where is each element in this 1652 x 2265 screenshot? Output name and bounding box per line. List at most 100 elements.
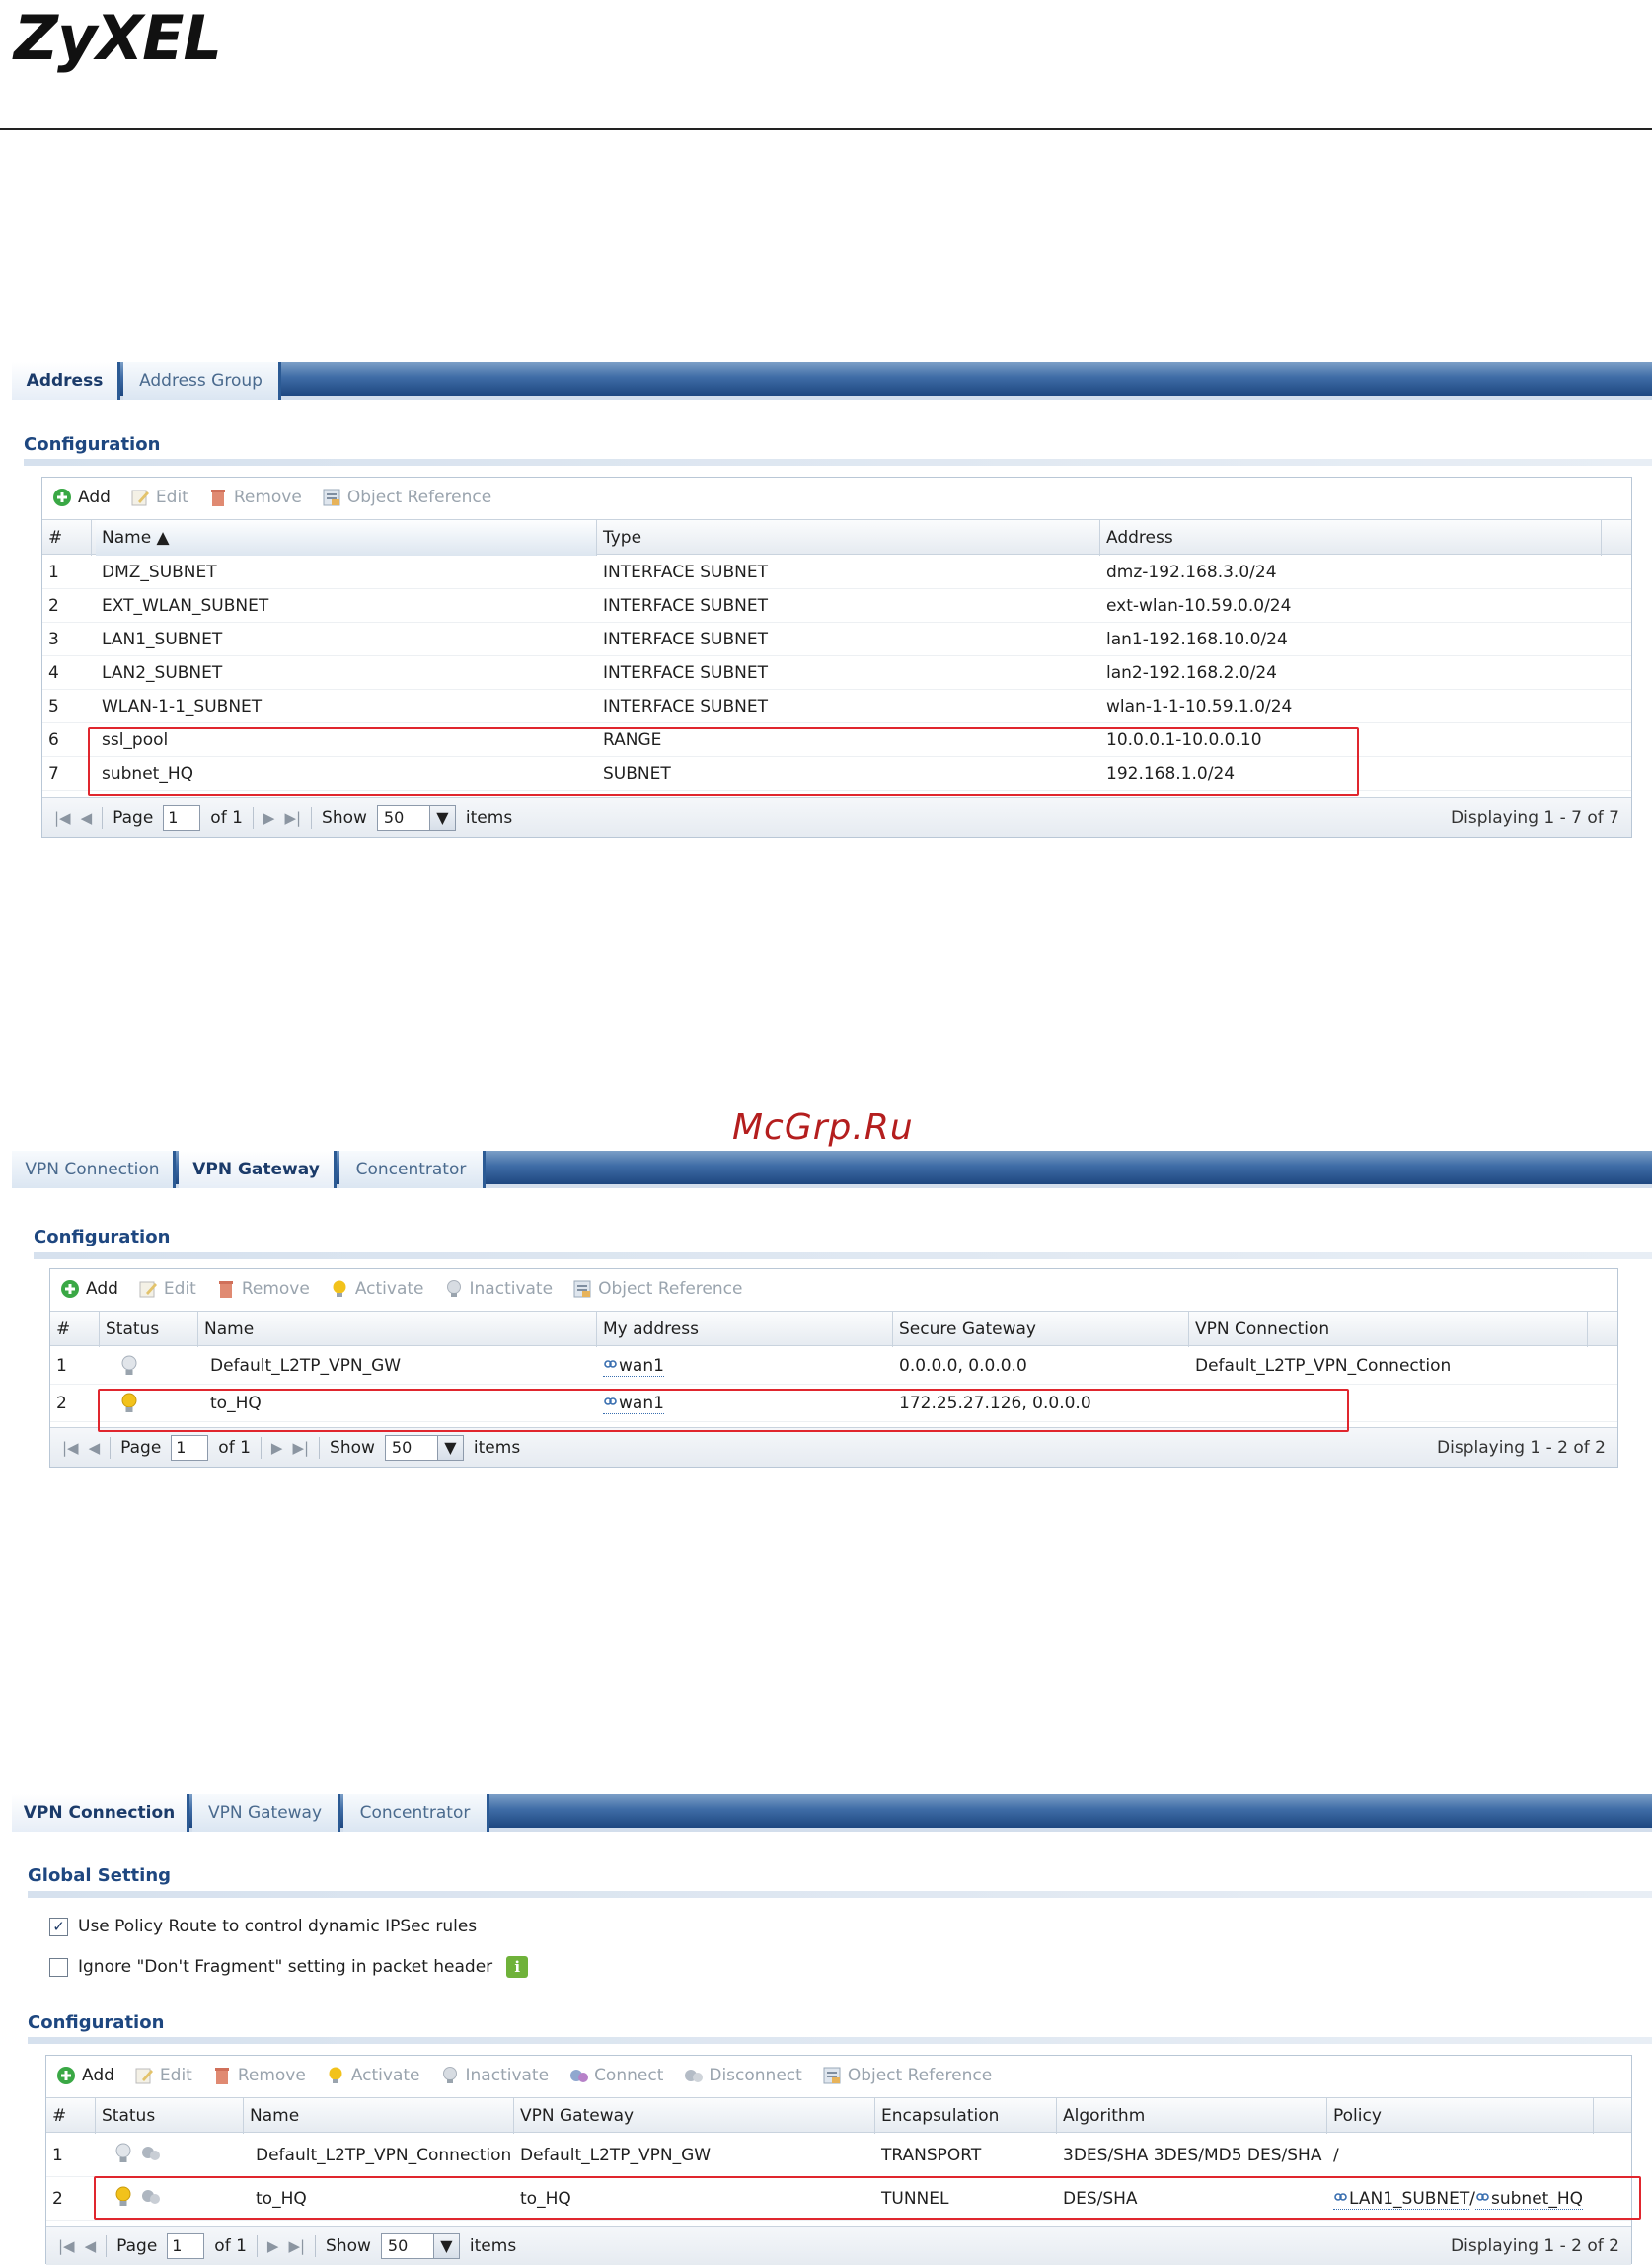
connect-button[interactable]: Connect xyxy=(568,2066,663,2085)
col-algorithm[interactable]: Algorithm xyxy=(1057,2098,1327,2134)
col-vpn-gateway[interactable]: VPN Gateway xyxy=(514,2098,875,2134)
col-my-address[interactable]: My address xyxy=(597,1312,893,1347)
remove-button[interactable]: Remove xyxy=(212,2066,306,2085)
col-status[interactable]: Status xyxy=(100,1312,198,1347)
col-name[interactable]: Name xyxy=(198,1312,597,1347)
prev-page-icon[interactable]: ◀ xyxy=(81,809,93,827)
option-ignore-df[interactable]: Ignore "Don't Fragment" setting in packe… xyxy=(49,1956,529,1978)
table-row[interactable]: 2 to_HQ to_HQ TUNNEL DES/SHA LAN1_SUBNET / subn… xyxy=(46,2177,1631,2221)
row-status[interactable] xyxy=(108,2134,226,2177)
tab-vpn-connection[interactable]: VPN Connection xyxy=(12,1151,176,1188)
add-button[interactable]: Add xyxy=(56,2066,114,2085)
connect-status-icon[interactable] xyxy=(139,2143,163,2169)
page-input[interactable]: 1 xyxy=(171,1434,209,1461)
table-row[interactable]: 3 LAN1_SUBNET INTERFACE SUBNET lan1-192.168… xyxy=(42,623,1631,656)
col-address[interactable]: Address xyxy=(1100,520,1602,556)
row-policy[interactable]: LAN1_SUBNET / subnet_HQ xyxy=(1327,2177,1614,2221)
table-row[interactable]: 1 Default_L2TP_VPN_GW wan1 0.0.0.0, 0.0.0.0… xyxy=(50,1347,1617,1385)
col-name-sorted[interactable]: Name ▲ xyxy=(96,520,597,556)
object-reference-button[interactable]: Object Reference xyxy=(572,1279,742,1299)
table-row[interactable]: 5 WLAN-1-1_SUBNET INTERFACE SUBNET wlan-1-1… xyxy=(42,690,1631,723)
display-count: Displaying 1 - 2 of 2 xyxy=(1437,1437,1606,1458)
disconnect-button[interactable]: Disconnect xyxy=(683,2066,802,2085)
connect-icon xyxy=(568,2066,589,2085)
table-row[interactable]: 4 LAN2_SUBNET INTERFACE SUBNET lan2-192.168… xyxy=(42,656,1631,690)
gateway-config-rule xyxy=(34,1252,1652,1259)
bulb-off-icon xyxy=(440,2066,460,2085)
items-label: items xyxy=(473,1437,521,1458)
table-row[interactable]: 2 to_HQ wan1 172.25.27.126, 0.0.0.0 xyxy=(50,1385,1617,1422)
last-page-icon[interactable]: ▶| xyxy=(292,1439,309,1457)
page-size-select[interactable]: 50 ▼ xyxy=(384,1434,464,1461)
remove-button[interactable]: Remove xyxy=(216,1279,310,1299)
activate-button[interactable]: Activate xyxy=(330,1279,424,1299)
table-row[interactable]: 6 ssl_pool RANGE 10.0.0.1-10.0.0.10 xyxy=(42,723,1631,757)
row-status[interactable] xyxy=(108,2177,226,2221)
col-policy[interactable]: Policy xyxy=(1327,2098,1594,2134)
connect-status-icon[interactable] xyxy=(139,2186,163,2213)
last-page-icon[interactable]: ▶| xyxy=(284,809,301,827)
next-page-icon[interactable]: ▶ xyxy=(263,809,275,827)
edit-button[interactable]: Edit xyxy=(134,2066,192,2085)
first-page-icon[interactable]: |◀ xyxy=(62,1439,79,1457)
first-page-icon[interactable]: |◀ xyxy=(54,809,71,827)
header-divider xyxy=(0,128,1652,130)
row-policy[interactable]: / xyxy=(1327,2134,1614,2177)
table-row[interactable]: 1 Default_L2TP_VPN_Connection Default_L2TP… xyxy=(46,2134,1631,2177)
tab-vpn-connection[interactable]: VPN Connection xyxy=(12,1794,189,1832)
table-row[interactable]: 7 subnet_HQ SUBNET 192.168.1.0/24 xyxy=(42,757,1631,791)
option-policy-route[interactable]: ✓ Use Policy Route to control dynamic IP… xyxy=(49,1917,477,1936)
col-vpn-connection[interactable]: VPN Connection xyxy=(1189,1312,1588,1347)
page-size-select[interactable]: 50 ▼ xyxy=(376,804,456,831)
add-button[interactable]: Add xyxy=(60,1279,118,1299)
info-icon[interactable]: i xyxy=(506,1956,529,1978)
edit-button[interactable]: Edit xyxy=(130,488,188,507)
edit-button[interactable]: Edit xyxy=(138,1279,196,1299)
row-number: 2 xyxy=(56,1394,67,1413)
col-type[interactable]: Type xyxy=(597,520,1100,556)
remove-button[interactable]: Remove xyxy=(208,488,302,507)
bulb-on-icon[interactable] xyxy=(113,2186,133,2213)
gateway-tabbar: VPN Connection VPN Gateway Concentrator xyxy=(12,1151,1652,1188)
col-secure-gateway[interactable]: Secure Gateway xyxy=(893,1312,1189,1347)
ignore-df-checkbox[interactable] xyxy=(49,1957,68,1977)
tab-vpn-gateway[interactable]: VPN Gateway xyxy=(192,1794,340,1832)
page-size-select[interactable]: 50 ▼ xyxy=(380,2232,460,2259)
table-row[interactable]: 1 DMZ_SUBNET INTERFACE SUBNET dmz-192.168.3… xyxy=(42,556,1631,589)
row-my-address[interactable]: wan1 xyxy=(597,1385,893,1422)
last-page-icon[interactable]: ▶| xyxy=(288,2237,305,2255)
row-my-address[interactable]: wan1 xyxy=(597,1347,893,1385)
bulb-off-icon[interactable] xyxy=(113,1347,192,1385)
page-input[interactable]: 1 xyxy=(163,804,201,831)
connection-table-header: # Status Name VPN Gateway Encapsulation … xyxy=(46,2097,1631,2134)
add-button[interactable]: Add xyxy=(52,488,111,507)
col-name[interactable]: Name xyxy=(244,2098,514,2134)
next-page-icon[interactable]: ▶ xyxy=(267,2237,279,2255)
first-page-icon[interactable]: |◀ xyxy=(58,2237,75,2255)
object-reference-button[interactable]: Object Reference xyxy=(322,488,491,507)
display-count: Displaying 1 - 2 of 2 xyxy=(1451,2235,1619,2256)
bulb-on-icon[interactable] xyxy=(113,1385,192,1422)
row-type: INTERFACE SUBNET xyxy=(603,596,768,616)
col-encapsulation[interactable]: Encapsulation xyxy=(875,2098,1057,2134)
policy-route-checkbox[interactable]: ✓ xyxy=(49,1917,68,1936)
inactivate-button[interactable]: Inactivate xyxy=(444,1279,553,1299)
inactivate-button[interactable]: Inactivate xyxy=(440,2066,549,2085)
col-number: # xyxy=(50,1312,100,1347)
prev-page-icon[interactable]: ◀ xyxy=(89,1439,101,1457)
tab-address[interactable]: Address xyxy=(12,362,120,400)
bulb-off-icon[interactable] xyxy=(113,2143,133,2169)
tab-vpn-gateway[interactable]: VPN Gateway xyxy=(179,1151,337,1188)
tab-address-group[interactable]: Address Group xyxy=(123,362,281,400)
tab-concentrator[interactable]: Concentrator xyxy=(343,1794,489,1832)
activate-button[interactable]: Activate xyxy=(326,2066,420,2085)
table-row[interactable]: 2 EXT_WLAN_SUBNET INTERFACE SUBNET ext-wlan… xyxy=(42,589,1631,623)
object-reference-button[interactable]: Object Reference xyxy=(822,2066,992,2085)
col-status[interactable]: Status xyxy=(96,2098,244,2134)
page-input[interactable]: 1 xyxy=(167,2232,205,2259)
next-page-icon[interactable]: ▶ xyxy=(271,1439,283,1457)
tab-concentrator[interactable]: Concentrator xyxy=(339,1151,486,1188)
prev-page-icon[interactable]: ◀ xyxy=(85,2237,97,2255)
show-label: Show xyxy=(326,2235,371,2256)
add-icon xyxy=(56,2066,76,2085)
